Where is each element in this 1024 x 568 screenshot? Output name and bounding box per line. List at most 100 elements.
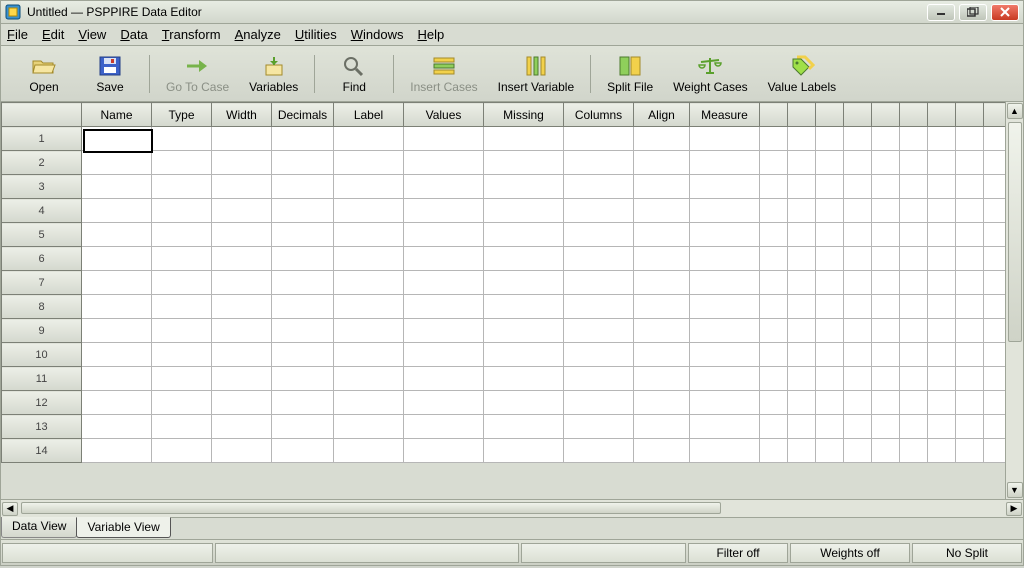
grid-cell[interactable] (900, 151, 928, 175)
row-header[interactable]: 13 (2, 415, 82, 439)
grid-cell[interactable] (564, 127, 634, 151)
grid-cell[interactable] (690, 151, 760, 175)
column-header-columns[interactable]: Columns (564, 103, 634, 127)
grid-cell[interactable] (82, 439, 152, 463)
row-header[interactable]: 10 (2, 343, 82, 367)
grid-cell[interactable] (760, 127, 788, 151)
menu-file[interactable]: File (7, 27, 28, 42)
grid-cell[interactable] (690, 175, 760, 199)
grid-cell[interactable] (404, 367, 484, 391)
menu-utilities[interactable]: Utilities (295, 27, 337, 42)
scroll-left-arrow[interactable]: ◀ (2, 502, 18, 516)
grid-cell[interactable] (956, 199, 984, 223)
grid-cell[interactable] (212, 271, 272, 295)
grid-cell[interactable] (82, 223, 152, 247)
grid-cell[interactable] (82, 295, 152, 319)
grid-cell[interactable] (484, 391, 564, 415)
grid-cell[interactable] (484, 415, 564, 439)
grid-cell[interactable] (760, 391, 788, 415)
grid-cell[interactable] (212, 199, 272, 223)
grid-cell[interactable] (690, 271, 760, 295)
grid-cell[interactable] (788, 343, 816, 367)
grid-cell[interactable] (928, 199, 956, 223)
grid-cell[interactable] (760, 151, 788, 175)
grid-cell[interactable] (788, 223, 816, 247)
grid-cell[interactable] (900, 175, 928, 199)
grid-cell[interactable] (404, 271, 484, 295)
scroll-up-arrow[interactable]: ▲ (1007, 103, 1023, 119)
row-header[interactable]: 5 (2, 223, 82, 247)
grid-cell[interactable] (816, 271, 844, 295)
grid-cell[interactable] (212, 223, 272, 247)
grid-cell[interactable] (152, 367, 212, 391)
grid-cell[interactable] (82, 415, 152, 439)
row-header[interactable]: 7 (2, 271, 82, 295)
grid-cell[interactable] (872, 223, 900, 247)
grid-cell[interactable] (844, 367, 872, 391)
grid-cell[interactable] (844, 247, 872, 271)
grid-cell[interactable] (272, 415, 334, 439)
row-header[interactable]: 1 (2, 127, 82, 151)
grid-cell[interactable] (928, 295, 956, 319)
grid-cell[interactable] (404, 391, 484, 415)
grid-cell[interactable] (844, 151, 872, 175)
grid-cell[interactable] (152, 199, 212, 223)
grid-cell[interactable] (760, 271, 788, 295)
grid-cell[interactable] (564, 319, 634, 343)
grid-cell[interactable] (484, 175, 564, 199)
menu-view[interactable]: View (78, 27, 106, 42)
row-header[interactable]: 3 (2, 175, 82, 199)
grid-cell[interactable] (272, 127, 334, 151)
grid-cell[interactable] (404, 415, 484, 439)
grid-cell[interactable] (152, 391, 212, 415)
grid-cell[interactable] (404, 223, 484, 247)
grid-cell[interactable] (272, 295, 334, 319)
grid-cell[interactable] (760, 319, 788, 343)
grid-cell[interactable] (82, 271, 152, 295)
grid-cell[interactable] (484, 199, 564, 223)
row-header[interactable]: 9 (2, 319, 82, 343)
grid-cell[interactable] (212, 151, 272, 175)
grid-cell[interactable] (272, 247, 334, 271)
grid-cell[interactable] (212, 295, 272, 319)
grid-cell[interactable] (872, 175, 900, 199)
grid-cell[interactable] (484, 151, 564, 175)
grid-cell[interactable] (634, 247, 690, 271)
column-header-width[interactable]: Width (212, 103, 272, 127)
grid-cell[interactable] (334, 175, 404, 199)
grid-cell[interactable] (634, 319, 690, 343)
row-header[interactable]: 8 (2, 295, 82, 319)
grid-cell[interactable] (690, 391, 760, 415)
grid-cell[interactable] (690, 295, 760, 319)
column-header-missing[interactable]: Missing (484, 103, 564, 127)
grid-cell[interactable] (272, 343, 334, 367)
maximize-button[interactable] (959, 4, 987, 21)
grid-cell[interactable] (152, 151, 212, 175)
grid-cell[interactable] (900, 271, 928, 295)
grid-cell[interactable] (634, 223, 690, 247)
grid-cell[interactable] (404, 199, 484, 223)
grid-cell[interactable] (634, 343, 690, 367)
grid-cell[interactable] (788, 319, 816, 343)
insert-variable-button[interactable]: Insert Variable (498, 54, 574, 94)
grid-cell[interactable] (956, 151, 984, 175)
vertical-scrollbar[interactable]: ▲ ▼ (1005, 102, 1023, 499)
scroll-right-arrow[interactable]: ▶ (1006, 502, 1022, 516)
grid-cell[interactable] (872, 367, 900, 391)
grid-cell[interactable] (928, 439, 956, 463)
find-button[interactable]: Find (331, 54, 377, 94)
grid-cell[interactable] (788, 295, 816, 319)
grid-cell[interactable] (564, 439, 634, 463)
grid-cell[interactable] (404, 439, 484, 463)
grid-cell[interactable] (788, 439, 816, 463)
grid-cell[interactable] (152, 295, 212, 319)
grid-cell[interactable] (900, 247, 928, 271)
grid-cell[interactable] (928, 247, 956, 271)
grid-cell[interactable] (634, 151, 690, 175)
grid-cell[interactable] (404, 127, 484, 151)
grid-cell[interactable] (634, 391, 690, 415)
variable-grid[interactable]: NameTypeWidthDecimalsLabelValuesMissingC… (1, 102, 1023, 463)
row-header[interactable]: 11 (2, 367, 82, 391)
save-button[interactable]: Save (87, 54, 133, 94)
grid-cell[interactable] (844, 295, 872, 319)
